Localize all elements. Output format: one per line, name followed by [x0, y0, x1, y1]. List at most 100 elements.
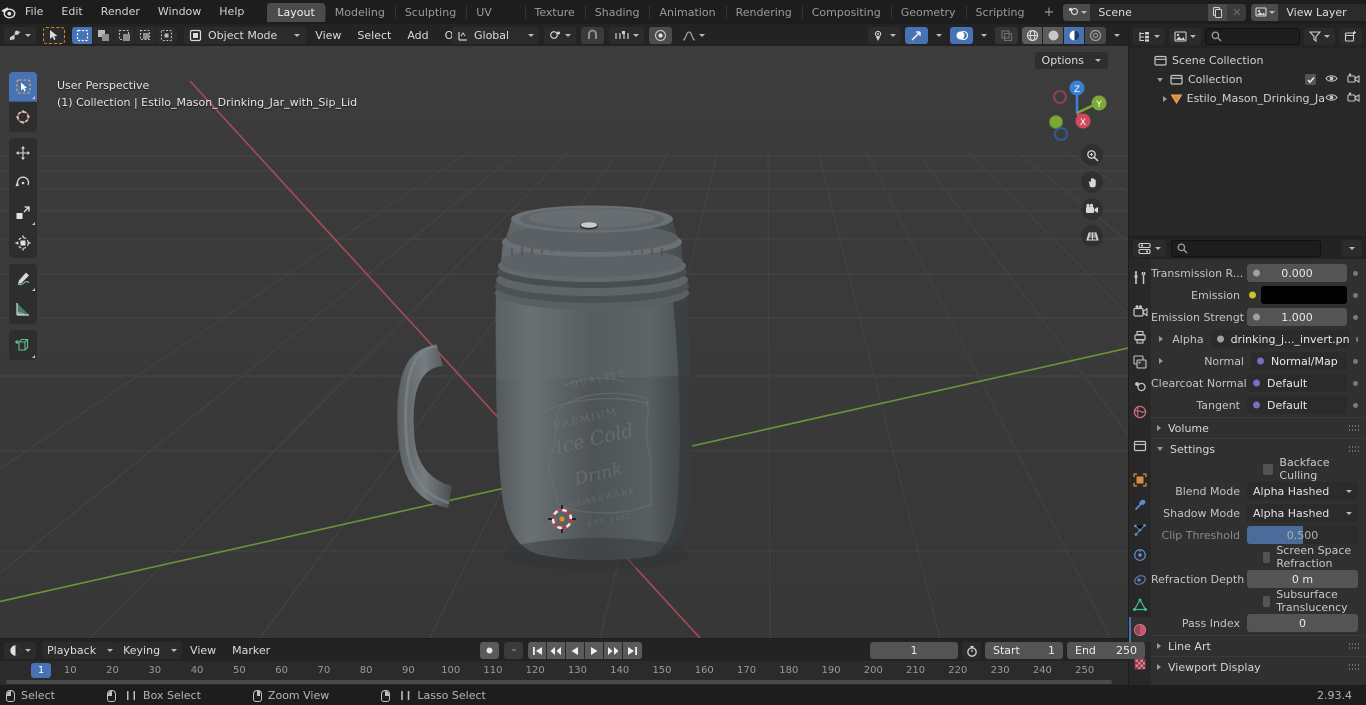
- overlay-options-chevron[interactable]: [977, 27, 991, 44]
- view-layer-icon[interactable]: [1129, 349, 1151, 374]
- backface-culling-row[interactable]: Backface Culling: [1151, 456, 1366, 482]
- cursor-tool[interactable]: [9, 102, 37, 132]
- panel-line-art-header[interactable]: Line Art: [1151, 635, 1366, 656]
- workspace-tab-animation[interactable]: Animation: [649, 3, 725, 22]
- xray-toggle[interactable]: [995, 27, 1018, 44]
- add-workspace-button[interactable]: +: [1034, 3, 1063, 22]
- outliner-filter-button[interactable]: [1304, 27, 1335, 45]
- render-icon[interactable]: [1129, 299, 1151, 324]
- rotate-tool[interactable]: [9, 168, 37, 198]
- tool-icon[interactable]: [1129, 265, 1151, 290]
- scale-tool[interactable]: [9, 198, 37, 228]
- proportional-edit-toggle[interactable]: [649, 27, 673, 44]
- object-icon[interactable]: [1129, 467, 1151, 492]
- collection-icon[interactable]: [1129, 433, 1151, 458]
- timeline-menu-keying[interactable]: Keying: [118, 641, 183, 659]
- playback-button-group[interactable]: [528, 642, 642, 659]
- top-menu-window[interactable]: Window: [149, 3, 210, 21]
- color-swatch[interactable]: [1261, 286, 1347, 304]
- property-link-field[interactable]: Default: [1247, 374, 1347, 392]
- outliner-editor[interactable]: Scene Collection Collection Estilo_Mason_D…: [1129, 24, 1366, 236]
- panel-drag-grip[interactable]: [1348, 663, 1360, 671]
- properties-content[interactable]: Transmission R... 0.000 Emission Emission S…: [1151, 259, 1366, 685]
- outliner-expand-toggle[interactable]: [1159, 95, 1170, 102]
- blender-logo-icon[interactable]: [0, 0, 16, 24]
- panel-drag-grip[interactable]: [1348, 642, 1360, 650]
- measure-tool[interactable]: [9, 294, 37, 324]
- property-link-field[interactable]: Default: [1247, 396, 1347, 414]
- scene-icon[interactable]: [1129, 374, 1151, 399]
- value-field[interactable]: 0 m: [1247, 570, 1358, 588]
- timeline-editor-type-selector[interactable]: [4, 641, 36, 659]
- use-preview-range-toggle[interactable]: [962, 642, 981, 659]
- camera-icon[interactable]: [1081, 198, 1103, 220]
- scene-icon[interactable]: [1063, 3, 1091, 21]
- active-tool-indicator[interactable]: [43, 26, 65, 44]
- top-menu-help[interactable]: Help: [210, 3, 253, 21]
- top-menu-edit[interactable]: Edit: [52, 3, 91, 21]
- chevron-right-icon[interactable]: [1159, 336, 1163, 342]
- data-icon[interactable]: [1129, 592, 1151, 617]
- properties-options-button[interactable]: [1342, 239, 1362, 257]
- snap-settings[interactable]: [609, 27, 645, 44]
- outliner-row[interactable]: Estilo_Mason_Drinking_Ja: [1129, 89, 1366, 108]
- workspace-tab-compositing[interactable]: Compositing: [801, 3, 891, 22]
- top-menu-render[interactable]: Render: [92, 3, 149, 21]
- pan-icon[interactable]: [1081, 171, 1103, 193]
- workspace-tab-sculpting[interactable]: Sculpting: [394, 3, 466, 22]
- auto-keying-toggle[interactable]: [480, 642, 499, 659]
- viewport-menu-view[interactable]: View: [307, 27, 349, 44]
- workspace-tab-scripting[interactable]: Scripting: [965, 3, 1035, 22]
- annotate-tool[interactable]: [9, 264, 37, 294]
- jump-to-end-button[interactable]: [623, 642, 642, 659]
- outliner-hide-toggle[interactable]: [1325, 92, 1338, 106]
- workspace-tab-shading[interactable]: Shading: [584, 3, 650, 22]
- shading-mode-group[interactable]: [1022, 27, 1106, 44]
- previous-keyframe-button[interactable]: [547, 642, 566, 659]
- outliner-exclude-checkbox[interactable]: [1305, 74, 1316, 85]
- workspace-tab-texture-paint[interactable]: Texture Paint: [524, 3, 585, 38]
- outliner-display-mode-selector[interactable]: [1169, 27, 1201, 45]
- value-field[interactable]: 0: [1247, 614, 1358, 632]
- gizmo-toggle[interactable]: [905, 27, 928, 44]
- transform-tool[interactable]: [9, 228, 37, 258]
- pivot-point-selector[interactable]: [544, 27, 577, 44]
- material-icon[interactable]: [1129, 617, 1151, 642]
- dropdown[interactable]: Alpha Hashed: [1247, 482, 1358, 500]
- view-layer-icon[interactable]: [1251, 3, 1279, 21]
- outliner-render-toggle[interactable]: [1347, 91, 1360, 106]
- dropdown[interactable]: Alpha Hashed: [1247, 504, 1358, 522]
- editor-type-selector[interactable]: [4, 26, 36, 44]
- screen-space-refraction-row[interactable]: Screen Space Refraction: [1151, 544, 1366, 570]
- shading-options-chevron[interactable]: [1110, 27, 1124, 44]
- outliner-row[interactable]: Scene Collection: [1129, 51, 1366, 70]
- wireframe-shading-icon[interactable]: [1022, 27, 1043, 44]
- select-extend-icon[interactable]: [93, 26, 114, 44]
- subsurface-translucency-row[interactable]: Subsurface Translucency: [1151, 588, 1366, 614]
- select-subtract-icon[interactable]: [114, 26, 135, 44]
- timeline-menu-view[interactable]: View: [182, 642, 224, 659]
- material-preview-shading-icon[interactable]: [1064, 27, 1085, 44]
- output-icon[interactable]: [1129, 324, 1151, 349]
- add-cube-tool[interactable]: [9, 330, 37, 360]
- viewport-menu-select[interactable]: Select: [349, 27, 399, 44]
- workspace-tab-geometry-nodes[interactable]: Geometry Nodes: [890, 3, 966, 38]
- properties-editor[interactable]: Transmission R... 0.000 Emission Emission S…: [1129, 237, 1366, 685]
- navigation-gizmo[interactable]: Z Y X: [1038, 72, 1114, 148]
- particles-icon[interactable]: [1129, 517, 1151, 542]
- outliner-new-collection-button[interactable]: [1339, 27, 1362, 45]
- property-value-field[interactable]: 1.000: [1247, 308, 1347, 326]
- proportional-falloff-selector[interactable]: [677, 27, 710, 44]
- next-keyframe-button[interactable]: [604, 642, 623, 659]
- viewport-options-button[interactable]: Options: [1034, 52, 1108, 69]
- jump-to-start-button[interactable]: [528, 642, 547, 659]
- tweak-select-tool[interactable]: [9, 72, 37, 102]
- checkbox[interactable]: [1263, 463, 1274, 475]
- outliner-render-toggle[interactable]: [1347, 72, 1360, 87]
- outliner-expand-toggle[interactable]: [1153, 77, 1167, 82]
- 3d-viewport[interactable]: QUALITY PREMIUM Ice Cold Drink GLASSWARE…: [0, 24, 1128, 638]
- frame-end-field[interactable]: End 250: [1067, 642, 1145, 659]
- viewport-canvas[interactable]: QUALITY PREMIUM Ice Cold Drink GLASSWARE…: [0, 46, 1128, 638]
- scene-name[interactable]: Scene: [1090, 3, 1209, 21]
- auto-keying-options[interactable]: [504, 642, 523, 659]
